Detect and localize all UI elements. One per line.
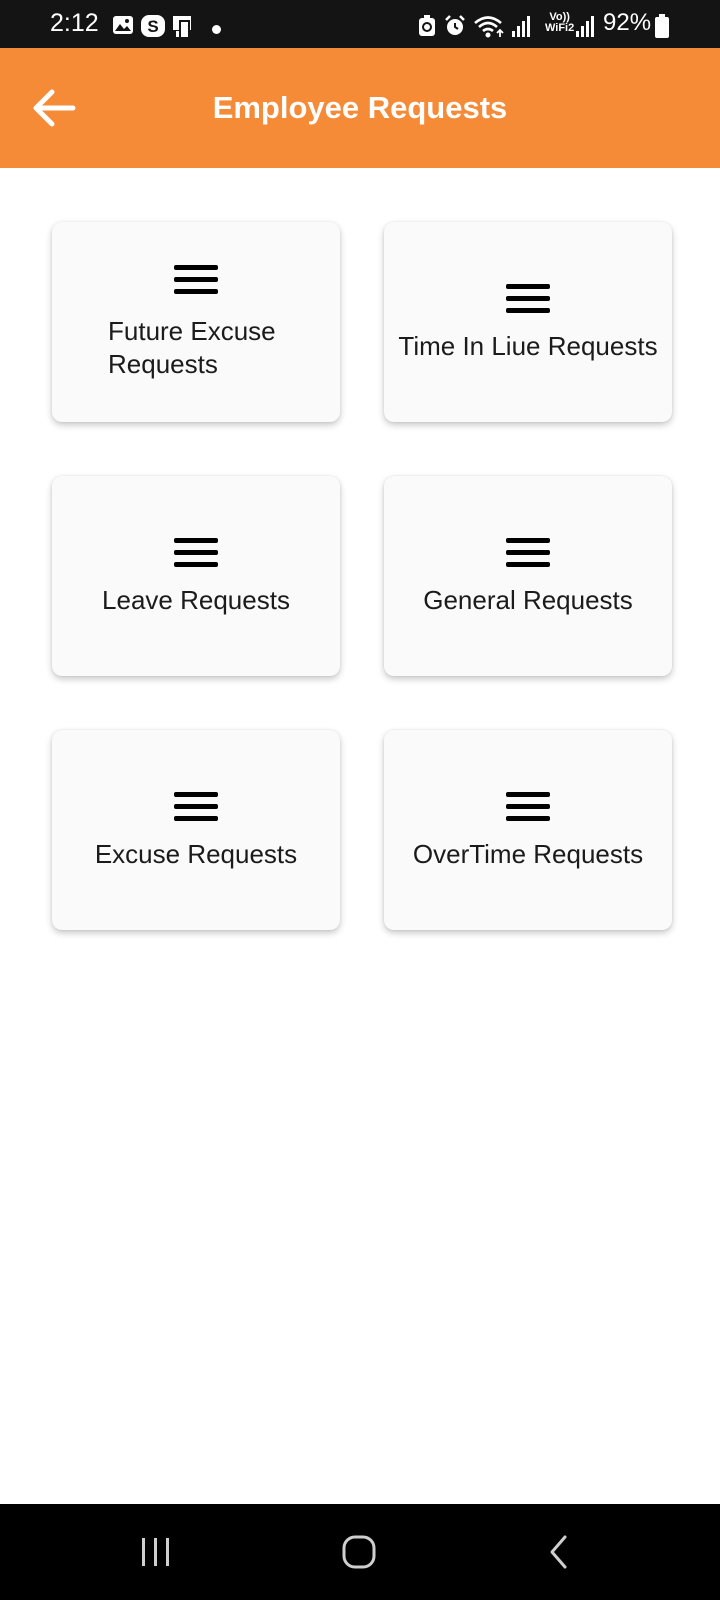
card-label: Excuse Requests: [94, 838, 298, 869]
menu-icon: [506, 537, 550, 567]
menu-icon: [506, 283, 550, 313]
card-label: General Requests: [423, 584, 633, 615]
vowifi-label-bottom: WiFi2: [545, 22, 575, 34]
arrow-left-icon: [33, 89, 76, 127]
more-notifications-dot: [212, 25, 221, 34]
status-time: 2:12: [50, 9, 99, 37]
alarm-icon: [445, 15, 465, 35]
vowifi-label: Vo)) WiFi2: [545, 12, 574, 34]
menu-icon: [174, 537, 218, 567]
excuse-requests-card[interactable]: Excuse Requests: [52, 730, 340, 930]
device-notification-icon: [173, 16, 191, 39]
request-types-grid: Future Excuse Requests Time In Liue Requ…: [52, 222, 672, 930]
wifi-icon: [474, 16, 504, 38]
menu-icon: [506, 791, 550, 821]
time-in-liue-requests-card[interactable]: Time In Liue Requests: [384, 222, 672, 422]
skype-notification-icon: S: [141, 15, 165, 37]
system-nav-bar: [0, 1504, 720, 1600]
card-label: Leave Requests: [102, 584, 290, 615]
svg-text:S: S: [147, 17, 158, 36]
status-bar: 2:12 S Vo)) WiFi2 92%: [0, 0, 720, 48]
signal-bars-2-icon: [576, 16, 594, 37]
gallery-notification-icon: [113, 16, 133, 34]
page-title: Employee Requests: [212, 90, 508, 125]
general-requests-card[interactable]: General Requests: [384, 476, 672, 676]
back-icon[interactable]: [545, 1532, 575, 1572]
app-bar: Employee Requests: [0, 48, 720, 168]
back-button[interactable]: [24, 80, 84, 136]
future-excuse-requests-card[interactable]: Future Excuse Requests: [52, 222, 340, 422]
menu-icon: [174, 791, 218, 821]
card-label: OverTime Requests: [412, 838, 644, 869]
overtime-requests-card[interactable]: OverTime Requests: [384, 730, 672, 930]
menu-icon: [174, 265, 218, 294]
battery-percent: 92%: [603, 9, 652, 36]
leave-requests-card[interactable]: Leave Requests: [52, 476, 340, 676]
card-label: Future Excuse Requests: [108, 316, 276, 379]
signal-bars-icon: [512, 16, 530, 37]
card-label: Time In Liue Requests: [398, 330, 658, 361]
home-icon[interactable]: [340, 1532, 380, 1572]
battery-icon: [655, 14, 669, 38]
battery-saver-icon: [419, 15, 435, 36]
recent-apps-icon[interactable]: [138, 1532, 174, 1572]
